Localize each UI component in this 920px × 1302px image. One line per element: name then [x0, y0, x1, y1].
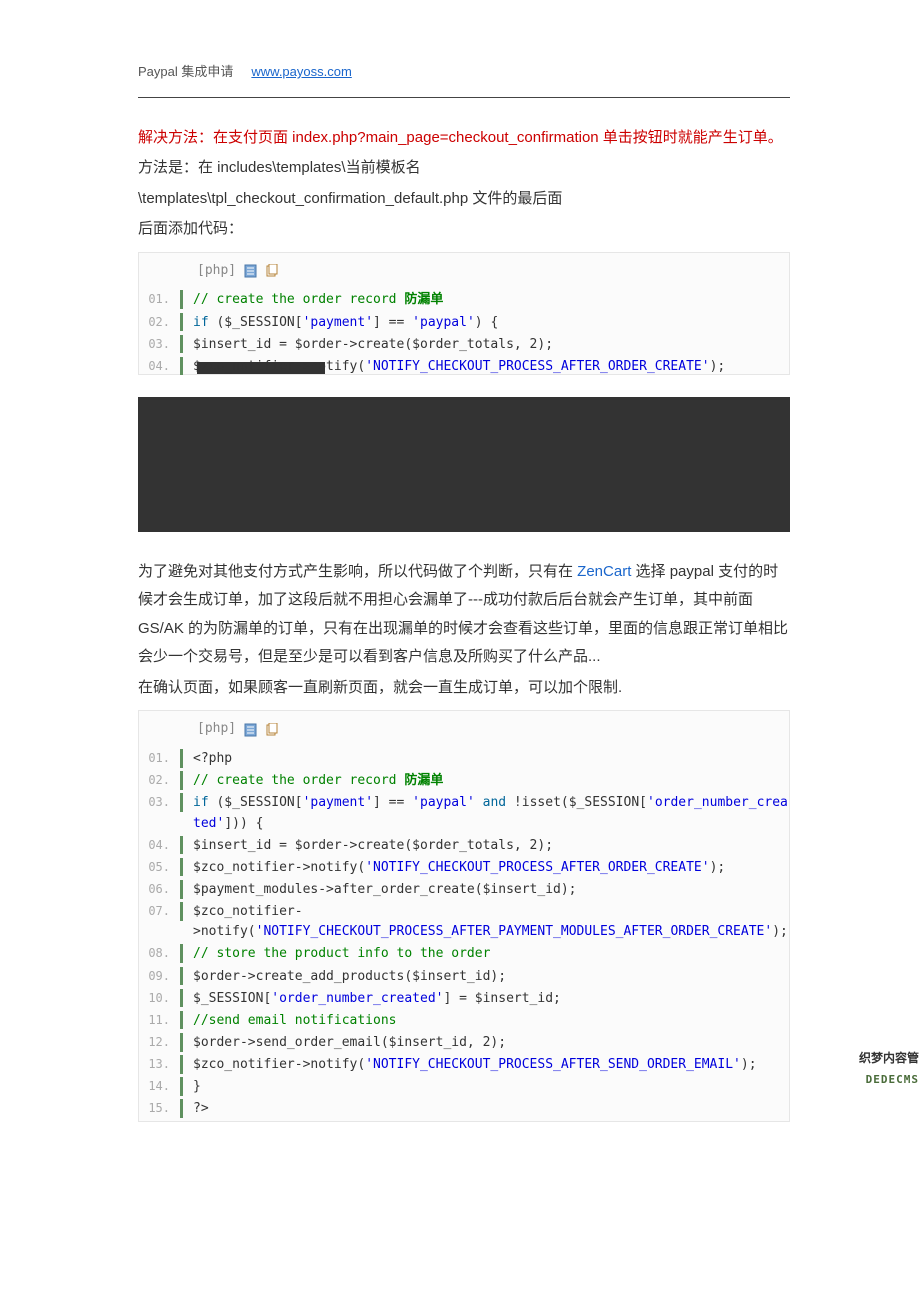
line-number: 15.	[139, 1099, 183, 1118]
code-text: $payment_modules->after_order_create($in…	[193, 880, 789, 900]
code-line: 01. <?php	[139, 748, 789, 770]
watermark-line2: DEDECMS	[859, 1070, 919, 1091]
para1-a: 为了避免对其他支付方式产生影响，所以代码做了个判断，只有在	[138, 563, 577, 580]
line-number: 04.	[139, 357, 183, 376]
line-number: 03.	[139, 793, 183, 812]
explanation-paragraph: 为了避免对其他支付方式产生影响，所以代码做了个判断，只有在 ZenCart 选择…	[138, 558, 790, 672]
code-toolbar: [php]	[139, 711, 789, 748]
line-number: 02.	[139, 771, 183, 790]
line-number: 08.	[139, 944, 183, 963]
code-line: 14.}	[139, 1076, 789, 1098]
code-line: 07. $zco_notifier->notify('NOTIFY_CHECKOU…	[139, 901, 789, 943]
line-number: 09.	[139, 967, 183, 986]
code-line: 04. $zco_notifier->notify('NOTIFY_CHECKO…	[139, 356, 789, 378]
code-text: $order->send_order_email($insert_id, 2);	[193, 1033, 789, 1053]
code-text: }	[193, 1077, 789, 1097]
code-text: $zco_notifier->notify('NOTIFY_CHECKOUT_P…	[193, 1055, 789, 1075]
line-number: 07.	[139, 902, 183, 921]
method-line: 方法是：在 includes\templates\当前模板名	[138, 154, 790, 183]
code-line: 03. if ($_SESSION['payment'] == 'paypal' …	[139, 792, 789, 834]
append-line: 后面添加代码：	[138, 215, 790, 244]
code-text: // create the order record 防漏单	[193, 771, 789, 791]
code-text: $order->create_add_products($insert_id);	[193, 967, 789, 987]
line-number: 12.	[139, 1033, 183, 1052]
code-line: 03. $insert_id = $order->create($order_t…	[139, 334, 789, 356]
code-line: 11. //send email notifications	[139, 1010, 789, 1032]
line-number: 13.	[139, 1055, 183, 1074]
copy-icon[interactable]	[265, 264, 278, 278]
solution-suffix: 单击按钮时就能产生订单。	[599, 129, 783, 146]
path-line: \templates\tpl_checkout_confirmation_def…	[138, 185, 790, 214]
code-line: 13. $zco_notifier->notify('NOTIFY_CHECKOU…	[139, 1054, 789, 1076]
header-title: Paypal 集成申请	[138, 60, 233, 85]
code-toolbar: [php]	[139, 253, 789, 290]
code-text: $zco_notifier->notify('NOTIFY_CHECKOUT_P…	[193, 858, 789, 878]
line-number: 05.	[139, 858, 183, 877]
document-page: Paypal 集成申请 www.payoss.com 解决方法：在支付页面 in…	[0, 0, 920, 1182]
code-language-label: [php]	[197, 717, 236, 742]
code-text: $zco_notifier->notify('NOTIFY_CHECKOUT_P…	[193, 357, 789, 377]
code-line: 06. $payment_modules->after_order_create(…	[139, 879, 789, 901]
code-text: $zco_notifier->notify('NOTIFY_CHECKOUT_P…	[193, 902, 789, 942]
redacted-block	[138, 397, 790, 532]
code-text: $insert_id = $order->create($order_total…	[193, 836, 789, 856]
line-number: 04.	[139, 836, 183, 855]
line-number: 01.	[139, 290, 183, 309]
code-text: $_SESSION['order_number_created'] = $ins…	[193, 989, 789, 1009]
solution-paragraph: 解决方法：在支付页面 index.php?main_page=checkout_…	[138, 124, 790, 153]
code-line: 15. ?>	[139, 1098, 789, 1120]
document-header: Paypal 集成申请 www.payoss.com	[138, 60, 790, 98]
code-text: // store the product info to the order	[193, 944, 789, 964]
copy-icon[interactable]	[265, 723, 278, 737]
code-block-2: [php] 01. <?php 02. // create the order re…	[138, 710, 790, 1121]
header-link[interactable]: www.payoss.com	[251, 60, 351, 85]
line-number: 11.	[139, 1011, 183, 1030]
line-number: 01.	[139, 749, 183, 768]
code-text: if ($_SESSION['payment'] == 'paypal' and…	[193, 793, 789, 833]
solution-code: index.php?main_page=checkout_confirmatio…	[292, 129, 598, 146]
line-number: 10.	[139, 989, 183, 1008]
solution-prefix: 解决方法：在支付页面	[138, 129, 292, 146]
code-line: 09. $order->create_add_products($insert_i…	[139, 966, 789, 988]
code-line: 05. $zco_notifier->notify('NOTIFY_CHECKOU…	[139, 857, 789, 879]
refresh-limit-paragraph: 在确认页面，如果顾客一直刷新页面，就会一直生成订单，可以加个限制.	[138, 674, 790, 703]
code-line: 10. $_SESSION['order_number_created'] = $…	[139, 988, 789, 1010]
code-line: 12. $order->send_order_email($insert_id, …	[139, 1032, 789, 1054]
line-number: 02.	[139, 313, 183, 332]
code-line: 04. $insert_id = $order->create($order_to…	[139, 835, 789, 857]
watermark-line1: 织梦内容管	[859, 1047, 919, 1070]
code-text: if ($_SESSION['payment'] == 'paypal') {	[193, 313, 789, 333]
code-text: $insert_id = $order->create($order_total…	[193, 335, 789, 355]
code-line: 02. // create the order record 防漏单	[139, 770, 789, 792]
line-number: 14.	[139, 1077, 183, 1096]
view-source-icon[interactable]	[244, 264, 257, 278]
code-text: <?php	[193, 749, 789, 769]
zencart-link[interactable]: ZenCart	[577, 563, 631, 580]
code-line: 08. // store the product info to the orde…	[139, 943, 789, 965]
code-language-label: [php]	[197, 259, 236, 284]
code-text: //send email notifications	[193, 1011, 789, 1031]
view-source-icon[interactable]	[244, 723, 257, 737]
code-line: 01. // create the order record 防漏单	[139, 289, 789, 311]
watermark: 织梦内容管 DEDECMS	[859, 1047, 919, 1091]
code-block-1: [php] 01. // create the order record 防漏单…	[138, 252, 790, 375]
code-text: // create the order record 防漏单	[193, 290, 789, 310]
code-text: ?>	[193, 1099, 789, 1119]
line-number: 06.	[139, 880, 183, 899]
code-line: 02. if ($_SESSION['payment'] == 'paypal'…	[139, 312, 789, 334]
line-number: 03.	[139, 335, 183, 354]
